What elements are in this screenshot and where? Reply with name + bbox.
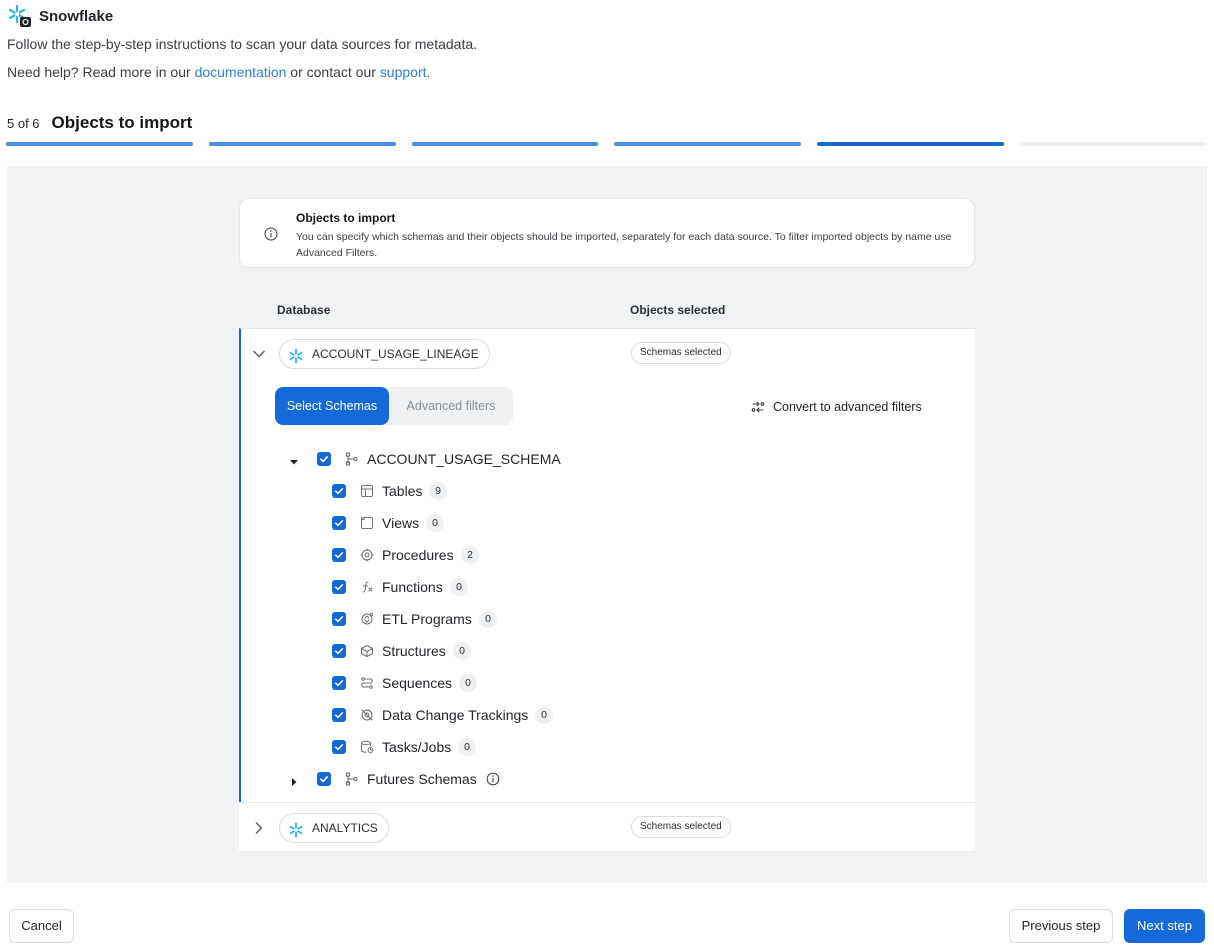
object-label: Procedures xyxy=(382,547,454,563)
next-step-button[interactable]: Next step xyxy=(1124,909,1205,943)
database-block-expanded: ACCOUNT_USAGE_LINEAGE Schemas selected S… xyxy=(239,328,975,802)
task-icon xyxy=(360,740,374,754)
caret-down-icon[interactable] xyxy=(289,454,299,465)
function-icon xyxy=(360,580,374,594)
snowflake-icon xyxy=(288,820,304,838)
mode-switch: Select Schemas Advanced filters xyxy=(275,387,513,425)
progress-segment xyxy=(208,142,396,146)
caret-right-icon[interactable] xyxy=(289,774,299,786)
convert-label: Convert to advanced filters xyxy=(773,400,922,414)
object-count-badge: 0 xyxy=(453,642,471,660)
object-checkbox[interactable] xyxy=(332,708,346,722)
table-icon xyxy=(360,484,374,498)
view-icon xyxy=(360,516,374,530)
convert-to-advanced-filters-button[interactable]: Convert to advanced filters xyxy=(751,399,922,415)
etl-icon xyxy=(360,612,374,626)
object-count-badge: 0 xyxy=(535,706,553,724)
object-checkbox[interactable] xyxy=(332,644,346,658)
structure-icon xyxy=(360,644,374,658)
step-indicator: 5 of 6 Objects to import xyxy=(7,113,192,133)
database-name: ACCOUNT_USAGE_LINEAGE xyxy=(312,347,479,361)
futures-checkbox[interactable] xyxy=(317,772,331,786)
object-label: ETL Programs xyxy=(382,611,472,627)
notice-title: Objects to import xyxy=(296,211,396,225)
database-row-collapsed[interactable]: ANALYTICS Schemas selected xyxy=(239,802,975,851)
object-count-badge: 0 xyxy=(459,674,477,692)
support-link[interactable]: support. xyxy=(380,64,431,80)
schema-label: ACCOUNT_USAGE_SCHEMA xyxy=(367,451,561,467)
object-count-badge: 9 xyxy=(429,482,447,500)
object-label: Sequences xyxy=(382,675,453,691)
object-checkbox[interactable] xyxy=(332,580,346,594)
help-prefix: Need help? Read more in our xyxy=(7,64,195,80)
info-notice: Objects to import You can specify which … xyxy=(239,198,975,268)
object-count-badge: 0 xyxy=(458,738,476,756)
sequence-icon xyxy=(360,676,374,690)
snowflake-logo-icon xyxy=(7,4,32,28)
chevron-down-icon[interactable] xyxy=(251,346,267,362)
object-count-badge: 0 xyxy=(426,514,444,532)
object-label: Structures xyxy=(382,643,446,659)
progress-segment xyxy=(1020,142,1207,146)
app-name: Snowflake xyxy=(39,7,114,25)
object-checkbox[interactable] xyxy=(332,676,346,690)
column-header-objects-selected: Objects selected xyxy=(630,303,726,317)
object-checkbox[interactable] xyxy=(332,612,346,626)
progress-segment xyxy=(614,142,802,146)
help-middle: or contact our xyxy=(286,64,380,80)
progress-segment xyxy=(411,142,599,146)
convert-icon xyxy=(751,401,765,413)
column-header-database: Database xyxy=(277,303,331,317)
tab-select-schemas[interactable]: Select Schemas xyxy=(275,387,389,425)
progress-segment-current xyxy=(817,142,1005,146)
schema-icon xyxy=(345,452,359,466)
database-pill: ANALYTICS xyxy=(279,813,389,843)
procedure-icon xyxy=(360,548,374,562)
step-count: 5 of 6 xyxy=(7,115,40,131)
tab-advanced-filters[interactable]: Advanced filters xyxy=(389,387,513,425)
documentation-link[interactable]: documentation xyxy=(195,64,287,80)
cancel-button[interactable]: Cancel xyxy=(9,909,74,943)
object-label: Tasks/Jobs xyxy=(382,739,452,755)
intro-text: Follow the step-by-step instructions to … xyxy=(7,36,478,52)
object-checkbox[interactable] xyxy=(332,484,346,498)
snowflake-icon xyxy=(288,346,304,364)
schemas-selected-badge: Schemas selected xyxy=(631,342,731,364)
object-count-badge: 0 xyxy=(479,610,497,628)
schemas-selected-badge: Schemas selected xyxy=(631,816,731,838)
progress-segment xyxy=(6,142,193,146)
brand: Snowflake xyxy=(7,4,114,28)
database-pill: ACCOUNT_USAGE_LINEAGE xyxy=(279,339,490,369)
object-count-badge: 0 xyxy=(450,578,468,596)
previous-step-button[interactable]: Previous step xyxy=(1009,909,1113,943)
object-label: Views xyxy=(382,515,420,531)
chevron-right-icon[interactable] xyxy=(251,820,267,836)
tracking-icon xyxy=(360,708,374,722)
schema-checkbox[interactable] xyxy=(317,452,331,466)
info-icon[interactable] xyxy=(486,772,500,786)
step-title: Objects to import xyxy=(51,113,193,132)
step-progress-bar xyxy=(6,142,1207,146)
object-label: Functions xyxy=(382,579,443,595)
content-panel: Objects to import You can specify which … xyxy=(7,166,1207,883)
notice-text: You can specify which schemas and their … xyxy=(296,231,952,259)
database-name: ANALYTICS xyxy=(312,821,378,835)
schema-icon xyxy=(345,772,359,786)
info-icon xyxy=(264,227,278,241)
object-checkbox[interactable] xyxy=(332,516,346,530)
object-label: Tables xyxy=(382,483,423,499)
object-label: Data Change Trackings xyxy=(382,707,529,723)
object-checkbox[interactable] xyxy=(332,548,346,562)
object-count-badge: 2 xyxy=(461,546,479,564)
object-checkbox[interactable] xyxy=(332,740,346,754)
help-text: Need help? Read more in our documentatio… xyxy=(7,64,430,80)
app-header: Snowflake xyxy=(7,4,114,28)
database-row[interactable]: ACCOUNT_USAGE_LINEAGE Schemas selected xyxy=(241,329,977,377)
futures-label: Futures Schemas xyxy=(367,771,477,787)
